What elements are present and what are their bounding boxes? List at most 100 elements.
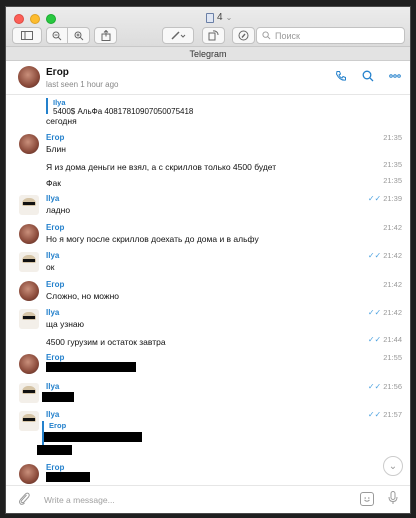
rotate-button[interactable] [203, 28, 224, 43]
read-checkmark-icon: ✓✓ [367, 308, 382, 317]
message-time: ✓✓ 21:57 [367, 410, 402, 419]
annotate-button[interactable] [233, 28, 254, 43]
sender-name[interactable]: Ilya [46, 194, 59, 203]
rotate-group [202, 27, 225, 44]
chat-title[interactable]: Егор [46, 67, 69, 78]
message-time: 21:35 [383, 176, 402, 185]
read-checkmark-icon: ✓✓ [367, 194, 382, 203]
zoom-out-button[interactable] [47, 28, 68, 43]
read-checkmark-icon: ✓✓ [367, 335, 382, 344]
window-controls [14, 14, 56, 24]
redacted-text [42, 392, 74, 402]
search-placeholder: Поиск [275, 30, 300, 41]
microphone-icon[interactable] [388, 491, 398, 508]
zoom-in-button[interactable] [68, 28, 89, 43]
chat-status: last seen 1 hour ago [46, 80, 119, 89]
sender-name[interactable]: Егор [46, 280, 64, 289]
message-text: Но я могу после скриллов доехать до дома… [46, 234, 259, 244]
message-text: Сложно, но можно [46, 291, 120, 301]
redacted-text [46, 362, 136, 372]
message-time: ✓✓ 21:44 [367, 335, 402, 344]
rotate-icon [208, 30, 219, 41]
message-input[interactable] [44, 493, 344, 507]
message-time: ✓✓ 21:39 [367, 194, 402, 203]
message-text: Блин [46, 144, 66, 154]
tab-telegram[interactable]: Telegram [6, 47, 410, 61]
scroll-to-bottom-button[interactable]: ⌄ [383, 456, 403, 476]
toolbar-search-field[interactable]: Поиск [256, 27, 405, 44]
sidebar-toggle-button[interactable] [13, 28, 41, 43]
more-icon[interactable] [388, 69, 402, 83]
quote-sender: Егор [49, 421, 67, 430]
reply-quote[interactable]: Ilya 5400$ АльФа 40817810907050075418 [46, 98, 193, 116]
share-button[interactable] [95, 28, 116, 43]
sender-name[interactable]: Егор [46, 133, 64, 142]
emoji-icon[interactable] [360, 492, 374, 506]
avatar[interactable] [19, 252, 39, 272]
avatar[interactable] [19, 383, 39, 403]
document-icon [206, 12, 214, 23]
message-time: 21:42 [383, 280, 402, 289]
avatar[interactable] [19, 411, 39, 431]
avatar[interactable] [19, 281, 39, 301]
message-time: ✓✓ 21:42 [367, 251, 402, 260]
sender-name[interactable]: Егор [46, 463, 64, 472]
sender-name[interactable]: Егор [46, 353, 64, 362]
message-time: 21:55 [383, 353, 402, 362]
read-checkmark-icon: ✓✓ [367, 410, 382, 419]
message-time: 21:35 [383, 160, 402, 169]
avatar[interactable] [19, 354, 39, 374]
chevron-down-icon[interactable]: ⌄ [226, 13, 233, 22]
minimize-window-button[interactable] [30, 14, 40, 24]
paperclip-icon[interactable] [18, 492, 30, 508]
zoom-window-button[interactable] [46, 14, 56, 24]
avatar[interactable] [19, 309, 39, 329]
markup-button[interactable] [163, 28, 193, 43]
chat-header: Егор last seen 1 hour ago [6, 62, 410, 95]
read-checkmark-icon: ✓✓ [367, 251, 382, 260]
avatar[interactable] [19, 464, 39, 484]
annotate-icon [238, 30, 249, 41]
avatar[interactable] [19, 195, 39, 215]
avatar[interactable] [18, 66, 40, 88]
pen-icon [171, 30, 186, 40]
avatar[interactable] [19, 224, 39, 244]
markup-group [162, 27, 194, 44]
message-text: 4500 гурузим и остаток завтра [46, 337, 166, 347]
message-time: 21:35 [383, 133, 402, 142]
sender-name[interactable]: Егор [46, 223, 64, 232]
message-text: сегодня [46, 116, 77, 126]
quote-sender: Ilya [53, 98, 66, 107]
tab-count: 4 [217, 12, 223, 23]
message-text: ладно [46, 205, 71, 215]
annotate-group [232, 27, 255, 44]
avatar[interactable] [19, 134, 39, 154]
zoom-out-icon [52, 31, 62, 40]
share-group [94, 27, 117, 44]
chevron-down-icon: ⌄ [388, 460, 398, 472]
message-time: 21:42 [383, 223, 402, 232]
message-text: Фак [46, 178, 61, 188]
message-time: ✓✓ 21:56 [367, 382, 402, 391]
message-text: ща узнаю [46, 319, 85, 329]
window-title: 4 ⌄ [206, 12, 232, 23]
sender-name[interactable]: Ilya [46, 308, 59, 317]
message-text: ок [46, 262, 55, 272]
sender-name[interactable]: Ilya [46, 382, 59, 391]
sidebar-toggle-group [12, 27, 42, 44]
share-icon [101, 30, 110, 41]
zoom-in-icon [74, 31, 83, 40]
search-icon[interactable] [361, 69, 375, 83]
close-window-button[interactable] [14, 14, 24, 24]
sender-name[interactable]: Ilya [46, 410, 59, 419]
redacted-text [44, 432, 142, 442]
phone-icon[interactable] [334, 69, 348, 83]
message-time: ✓✓ 21:42 [367, 308, 402, 317]
title-bar: 4 ⌄ Поиск [6, 7, 410, 47]
redacted-text [46, 472, 90, 482]
message-composer [6, 485, 410, 513]
search-icon [262, 31, 271, 40]
sender-name[interactable]: Ilya [46, 251, 59, 260]
message-list[interactable]: Ilya 5400$ АльФа 40817810907050075418 се… [6, 96, 410, 486]
app-window: 4 ⌄ Поиск Telegram Егор last seen 1 hour… [5, 6, 411, 514]
